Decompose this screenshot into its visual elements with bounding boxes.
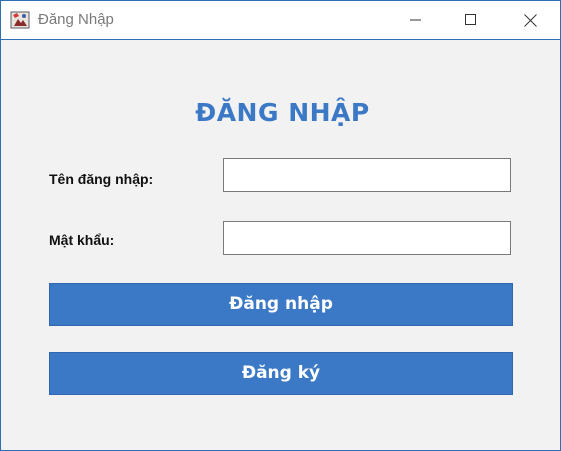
java-app-icon (10, 10, 30, 30)
form-panel: ĐĂNG NHẬP Tên đăng nhập: Mật khẩu: Đăng … (1, 40, 560, 450)
password-label: Mật khẩu: (49, 232, 115, 248)
password-field[interactable] (223, 221, 511, 255)
close-icon (523, 13, 537, 27)
close-button[interactable] (507, 1, 553, 39)
maximize-icon (465, 14, 477, 26)
username-label: Tên đăng nhập: (49, 171, 154, 187)
login-window: Đăng Nhập ĐĂNG NHẬP Tên đăng nhập: Mật k… (0, 0, 561, 451)
minimize-button[interactable] (393, 1, 439, 39)
minimize-icon (410, 14, 422, 26)
title-bar[interactable]: Đăng Nhập (1, 1, 560, 40)
login-button[interactable]: Đăng nhập (49, 283, 513, 326)
window-title: Đăng Nhập (38, 11, 114, 28)
maximize-button[interactable] (448, 1, 494, 39)
page-title: ĐĂNG NHẬP (195, 98, 370, 127)
username-field[interactable] (223, 158, 511, 192)
register-button[interactable]: Đăng ký (49, 352, 513, 395)
